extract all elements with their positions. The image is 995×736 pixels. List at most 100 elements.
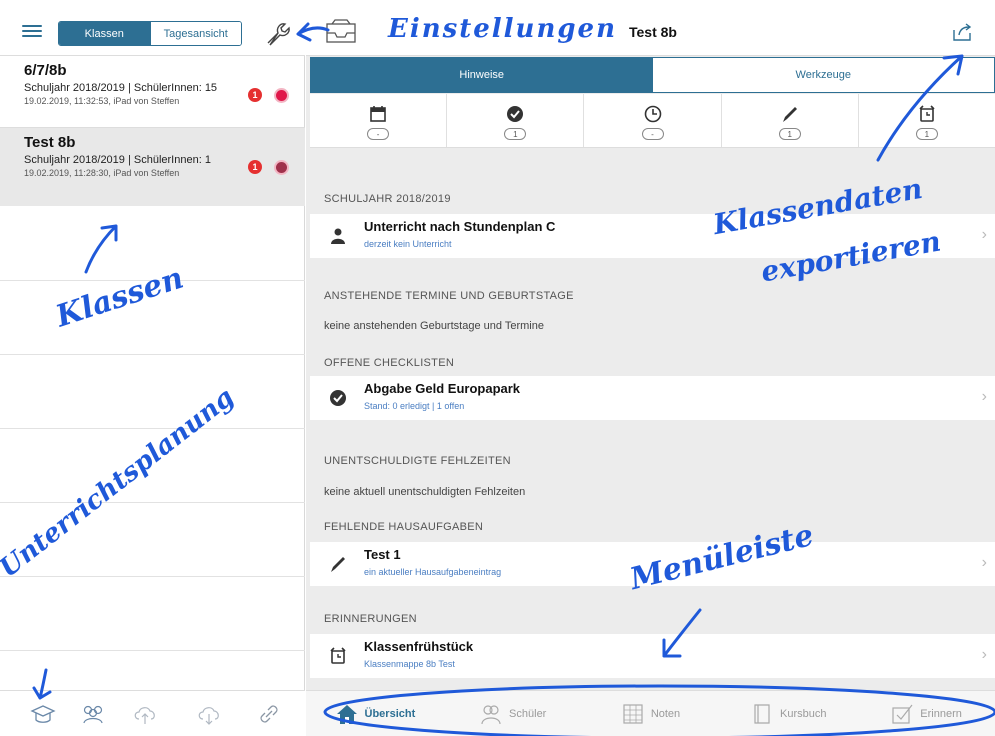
segment-classes[interactable]: Klassen — [59, 22, 150, 45]
row-title: Klassenfrühstück — [364, 639, 474, 654]
section-header-reminders: ERINNERUNGEN — [324, 613, 417, 625]
segment-day-view[interactable]: Tagesansicht — [149, 22, 241, 45]
class-name: Test 8b — [24, 134, 76, 151]
inbox-icon[interactable] — [324, 18, 358, 46]
checklist-row[interactable]: Abgabe Geld Europapark Stand: 0 erledigt… — [310, 376, 995, 420]
row-subtitle: Klassenmappe 8b Test — [364, 659, 455, 669]
alarm-clock-icon — [330, 647, 346, 664]
count-pill: 1 — [915, 128, 938, 140]
class-detail-panel: Test 8b Hinweise Werkzeuge - 1 - 1 1 SCH… — [306, 0, 995, 736]
row-subtitle: Stand: 0 erledigt | 1 offen — [364, 401, 465, 411]
bottom-menu-bar: Übersicht Schüler Noten Kursbuch Erinner… — [306, 690, 995, 736]
status-checklist[interactable]: 1 — [447, 94, 585, 147]
nav-label: Kursbuch — [780, 707, 827, 720]
chevron-right-icon: › — [981, 554, 987, 571]
nav-label: Übersicht — [364, 707, 416, 720]
upcoming-empty-text: keine anstehenden Geburtstage und Termin… — [324, 320, 544, 332]
row-subtitle: ein aktueller Hausaufgabeneintrag — [364, 567, 502, 577]
alarm-clock-icon — [919, 105, 935, 122]
nav-erinnern[interactable]: Erinnern — [857, 691, 995, 736]
nav-schueler[interactable]: Schüler — [444, 691, 582, 736]
tab-hinweise[interactable]: Hinweise — [311, 58, 653, 92]
timetable-row[interactable]: Unterricht nach Stundenplan C derzeit ke… — [310, 214, 995, 258]
share-icon[interactable] — [951, 22, 973, 42]
row-title: Unterricht nach Stundenplan C — [364, 219, 556, 234]
calendar-icon — [370, 106, 386, 122]
homework-row[interactable]: Test 1 ein aktueller Hausaufgabeneintrag… — [310, 542, 995, 586]
section-header-checklists: OFFENE CHECKLISTEN — [324, 357, 455, 369]
class-list-item-selected[interactable]: Test 8b Schuljahr 2018/2019 | SchülerInn… — [0, 128, 305, 206]
detail-tabs: Hinweise Werkzeuge — [310, 57, 995, 93]
nav-kursbuch[interactable]: Kursbuch — [719, 691, 857, 736]
teacher-icon — [331, 228, 345, 244]
group-icon[interactable] — [80, 701, 106, 727]
class-list-item[interactable]: 6/7/8b Schuljahr 2018/2019 | SchülerInne… — [0, 56, 305, 128]
view-segmented-control: Klassen Tagesansicht — [58, 21, 242, 46]
alert-badge: 1 — [248, 88, 262, 102]
status-homework[interactable]: 1 — [722, 94, 859, 147]
count-pill: - — [367, 128, 390, 140]
class-sidebar: Klassen Tagesansicht 6/7/8b Schuljahr 20… — [0, 0, 305, 736]
section-header-homework: FEHLENDE HAUSAUFGABEN — [324, 521, 484, 533]
row-subtitle: derzeit kein Unterricht — [364, 239, 452, 249]
chevron-right-icon: › — [981, 226, 987, 243]
nav-label: Erinnern — [920, 707, 962, 720]
list-divider — [0, 354, 305, 355]
section-header-absences: UNENTSCHULDIGTE FEHLZEITEN — [324, 455, 511, 467]
chevron-right-icon: › — [981, 388, 987, 405]
pen-icon — [782, 107, 797, 122]
count-pill: - — [641, 128, 664, 140]
grades-icon — [623, 703, 643, 724]
list-divider — [0, 280, 305, 281]
chevron-right-icon: › — [981, 646, 987, 663]
status-calendar[interactable]: - — [310, 94, 448, 147]
status-icon-row: - 1 - 1 1 — [310, 94, 995, 148]
reminder-check-icon — [892, 704, 913, 724]
cloud-upload-icon[interactable] — [132, 701, 158, 727]
status-absences[interactable]: - — [584, 94, 722, 147]
row-title: Test 1 — [364, 547, 401, 562]
sidebar-toolbar: Klassen Tagesansicht — [0, 0, 305, 56]
count-pill: 1 — [504, 128, 527, 140]
count-pill: 1 — [778, 128, 801, 140]
tab-werkzeuge[interactable]: Werkzeuge — [652, 58, 994, 92]
nav-label: Noten — [650, 707, 681, 720]
page-title: Test 8b — [629, 24, 677, 40]
book-icon — [754, 703, 770, 724]
clock-icon — [644, 105, 661, 123]
list-divider — [0, 650, 305, 651]
status-dot — [276, 162, 287, 173]
class-sync-date: 19.02.2019, 11:28:30, iPad von Steffen — [24, 168, 180, 178]
house-icon — [336, 704, 357, 724]
nav-label: Schüler — [509, 707, 547, 720]
menu-icon[interactable] — [22, 25, 42, 37]
list-divider — [0, 576, 305, 577]
link-icon[interactable] — [256, 701, 282, 727]
status-reminders[interactable]: 1 — [859, 94, 995, 147]
row-title: Abgabe Geld Europapark — [364, 381, 521, 396]
class-meta: Schuljahr 2018/2019 | SchülerInnen: 1 — [24, 154, 211, 166]
cloud-download-icon[interactable] — [196, 701, 222, 727]
class-meta: Schuljahr 2018/2019 | SchülerInnen: 15 — [24, 82, 218, 94]
nav-uebersicht[interactable]: Übersicht — [306, 691, 444, 736]
status-dot — [276, 90, 287, 101]
list-divider — [0, 502, 305, 503]
class-sync-date: 19.02.2019, 11:32:53, iPad von Steffen — [24, 96, 180, 106]
section-header-upcoming: ANSTEHENDE TERMINE UND GEBURTSTAGE — [324, 290, 574, 302]
app-window: Klassen Tagesansicht 6/7/8b Schuljahr 20… — [0, 0, 995, 736]
nav-noten[interactable]: Noten — [582, 691, 720, 736]
absences-empty-text: keine aktuell unentschuldigten Fehlzeite… — [324, 486, 526, 498]
section-header-school-year: SCHULJAHR 2018/2019 — [324, 193, 451, 205]
graduation-cap-icon[interactable] — [30, 701, 56, 727]
alert-badge: 1 — [248, 160, 262, 174]
students-icon — [481, 704, 501, 724]
reminder-row[interactable]: Klassenfrühstück Klassenmappe 8b Test › — [310, 634, 995, 678]
check-circle-icon — [507, 106, 524, 122]
class-name: 6/7/8b — [24, 62, 67, 79]
detail-header: Test 8b — [306, 0, 995, 56]
sidebar-bottom-bar — [0, 690, 305, 736]
check-circle-icon — [330, 390, 346, 406]
pen-icon — [331, 557, 345, 572]
wrench-icon[interactable] — [262, 18, 292, 48]
list-divider — [0, 428, 305, 429]
